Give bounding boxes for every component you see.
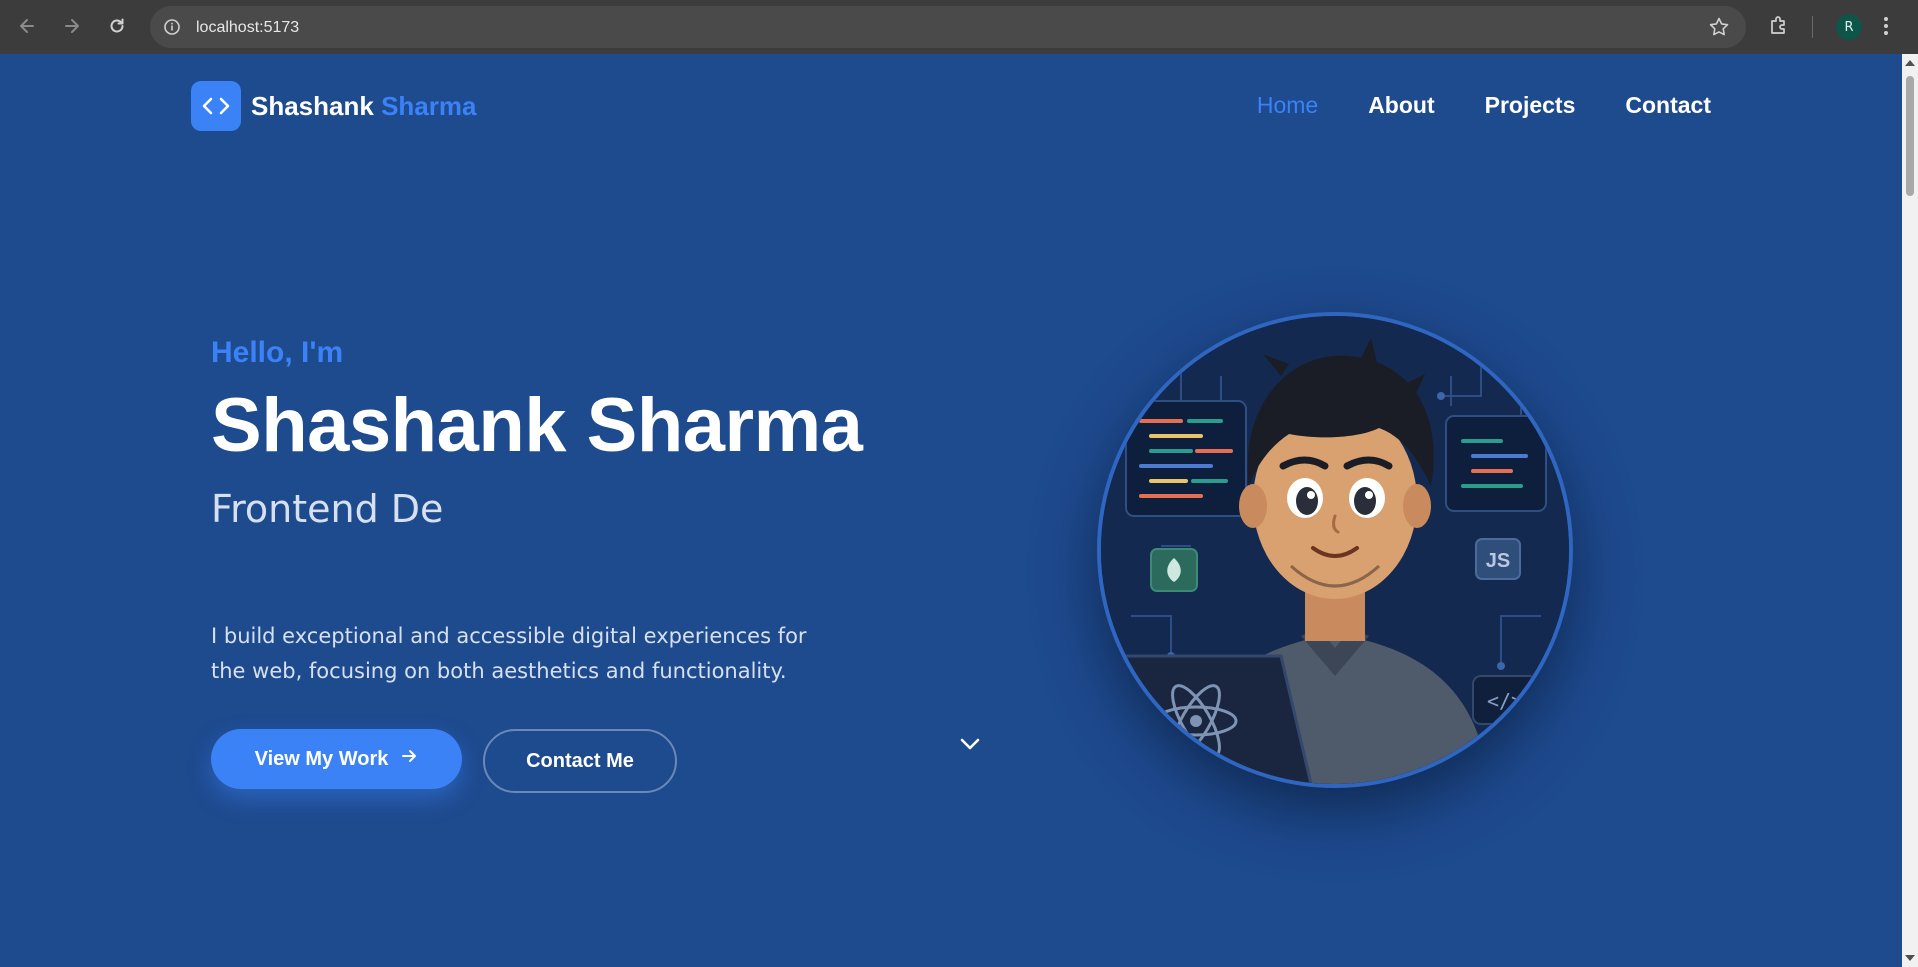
url-text[interactable]: localhost:5173	[196, 19, 299, 37]
scroll-down-icon[interactable]	[1905, 955, 1915, 961]
reload-icon[interactable]	[102, 11, 132, 41]
contact-me-button[interactable]: Contact Me	[483, 729, 677, 793]
extensions-icon[interactable]	[1767, 13, 1791, 42]
hero-role: Frontend De	[211, 487, 444, 531]
nav-projects[interactable]: Projects	[1485, 92, 1576, 119]
nav-contact[interactable]: Contact	[1625, 92, 1711, 119]
page-scrollbar[interactable]	[1902, 54, 1918, 967]
kebab-menu-icon[interactable]	[1882, 13, 1890, 44]
hero-section: Hello, I'm Shashank Sharma Frontend De	[211, 336, 863, 531]
scrollbar-thumb[interactable]	[1906, 76, 1914, 196]
nav-about[interactable]: About	[1368, 92, 1434, 119]
hero-description: I build exceptional and accessible digit…	[211, 624, 807, 683]
main-nav: Home About Projects Contact	[1257, 92, 1711, 119]
code-brackets-icon	[191, 81, 241, 131]
logo-first-name: Shashank	[251, 90, 374, 121]
forward-icon[interactable]	[57, 11, 87, 41]
bookmark-star-icon[interactable]	[1708, 16, 1730, 38]
profile-avatar[interactable]: R	[1836, 14, 1862, 40]
hero-greeting: Hello, I'm	[211, 336, 344, 369]
arrow-right-icon	[400, 747, 418, 771]
chevron-down-icon[interactable]	[956, 730, 984, 758]
hero-name: Shashank Sharma	[211, 383, 863, 468]
back-icon[interactable]	[12, 11, 42, 41]
view-my-work-button[interactable]: View My Work	[211, 729, 462, 789]
logo-text: Shashank Sharma	[251, 91, 476, 122]
svg-text:JS: JS	[1486, 550, 1510, 572]
address-bar[interactable]: localhost:5173	[150, 6, 1746, 48]
logo-last-name: Sharma	[381, 90, 477, 121]
site-info-icon[interactable]	[162, 17, 182, 37]
toolbar-divider	[1812, 16, 1813, 38]
scroll-up-icon[interactable]	[1905, 60, 1915, 66]
view-my-work-label: View My Work	[254, 747, 389, 770]
contact-me-label: Contact Me	[526, 749, 634, 772]
nav-home[interactable]: Home	[1257, 92, 1318, 119]
profile-illustration: JS </>	[1097, 312, 1573, 788]
portfolio-page: Shashank Sharma Home About Projects Cont…	[0, 54, 1902, 967]
site-logo[interactable]: Shashank Sharma	[191, 81, 476, 131]
browser-toolbar: localhost:5173 R	[0, 0, 1918, 54]
svg-text:</>: </>	[1487, 689, 1523, 713]
